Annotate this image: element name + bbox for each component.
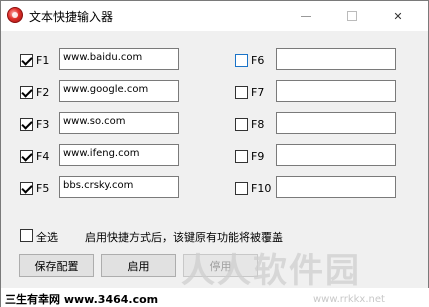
checkbox-f8[interactable]	[235, 118, 248, 131]
label-f3: F3	[36, 118, 50, 131]
enable-button[interactable]: 启用	[101, 254, 176, 277]
close-button[interactable]: ✕	[375, 1, 421, 31]
label-f10: F10	[251, 182, 272, 195]
input-f7[interactable]	[276, 80, 396, 102]
app-window: 文本快捷输入器 ✕ F1 www.baidu.com F2 www.google…	[0, 0, 429, 307]
maximize-icon	[347, 11, 357, 21]
checkbox-select-all[interactable]	[20, 229, 33, 242]
minimize-icon	[301, 15, 311, 17]
watermark-logo: 人人软件园	[181, 251, 361, 291]
checkbox-f3[interactable]	[20, 118, 33, 131]
input-f8[interactable]	[276, 112, 396, 134]
input-f5[interactable]: bbs.crsky.com	[59, 176, 179, 198]
input-f10[interactable]	[276, 176, 396, 198]
input-f4[interactable]: www.ifeng.com	[59, 144, 179, 166]
window-title: 文本快捷输入器	[29, 10, 114, 24]
input-f9[interactable]	[276, 144, 396, 166]
close-icon: ✕	[393, 9, 403, 23]
input-f1[interactable]: www.baidu.com	[59, 48, 179, 70]
save-config-button[interactable]: 保存配置	[19, 254, 94, 277]
label-f9: F9	[251, 150, 265, 163]
checkbox-f9[interactable]	[235, 150, 248, 163]
maximize-button[interactable]	[329, 1, 375, 31]
label-f1: F1	[36, 54, 50, 67]
minimize-button[interactable]	[283, 1, 329, 31]
checkbox-f7[interactable]	[235, 86, 248, 99]
label-f4: F4	[36, 150, 50, 163]
checkbox-f4[interactable]	[20, 150, 33, 163]
watermark-url: www.rrkkx.net	[313, 294, 385, 305]
title-bar[interactable]: 文本快捷输入器 ✕	[1, 1, 428, 31]
select-all-label: 全选	[36, 231, 58, 244]
input-f6[interactable]	[276, 48, 396, 70]
app-logo-icon	[7, 7, 23, 23]
label-f6: F6	[251, 54, 265, 67]
label-f8: F8	[251, 118, 265, 131]
label-f7: F7	[251, 86, 265, 99]
input-f3[interactable]: www.so.com	[59, 112, 179, 134]
checkbox-f6[interactable]	[235, 54, 248, 67]
label-f2: F2	[36, 86, 50, 99]
checkbox-f10[interactable]	[235, 182, 248, 195]
input-f2[interactable]: www.google.com	[59, 80, 179, 102]
footer-text: 三生有幸网 www.3464.com	[5, 293, 159, 306]
label-f5: F5	[36, 182, 50, 195]
checkbox-f2[interactable]	[20, 86, 33, 99]
checkbox-f5[interactable]	[20, 182, 33, 195]
checkbox-f1[interactable]	[20, 54, 33, 67]
